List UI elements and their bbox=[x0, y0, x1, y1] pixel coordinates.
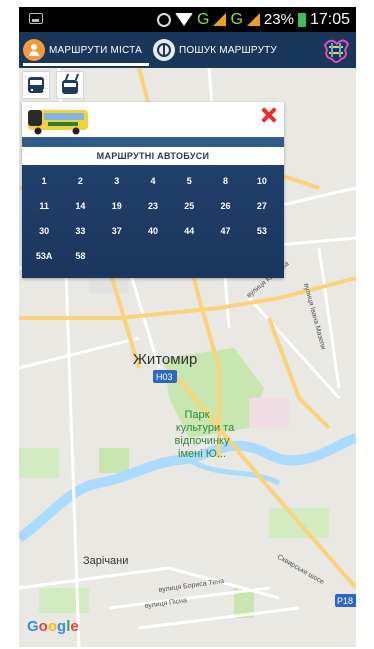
route-button[interactable]: 27 bbox=[244, 193, 280, 218]
route-button[interactable]: 3 bbox=[99, 168, 135, 193]
phone-screen: Житомир Н03 Парк культури та відпочинку … bbox=[19, 7, 356, 647]
green-area bbox=[19, 448, 59, 478]
google-logo: Google bbox=[27, 618, 79, 635]
panel-header bbox=[22, 102, 284, 137]
green-area bbox=[39, 588, 89, 613]
tab-route-search-label: ПОШУК МАРШРУТУ bbox=[179, 44, 277, 56]
built-area bbox=[249, 398, 289, 428]
route-button[interactable]: 37 bbox=[99, 218, 135, 243]
bus-image bbox=[28, 110, 88, 135]
signal-icon bbox=[213, 13, 227, 26]
clock: 17:05 bbox=[309, 10, 350, 28]
trolleybus-icon bbox=[62, 80, 78, 94]
bus-toggle-button[interactable] bbox=[22, 71, 50, 99]
route-button[interactable]: 26 bbox=[207, 193, 243, 218]
app-logo-icon[interactable] bbox=[321, 35, 351, 65]
route-button[interactable]: 30 bbox=[26, 218, 62, 243]
city-label: Житомир bbox=[133, 351, 197, 368]
wifi-icon bbox=[175, 13, 194, 26]
network-type: G bbox=[197, 10, 210, 28]
bus-routes-panel: МАРШРУТНІ АВТОБУСИ 1 2 3 4 5 8 10 11 14 19 23 25 26 2… bbox=[22, 102, 284, 278]
panel-strip bbox=[22, 137, 284, 147]
panel-title: МАРШРУТНІ АВТОБУСИ bbox=[22, 147, 284, 165]
network-type-2: G bbox=[230, 10, 243, 28]
route-button[interactable]: 44 bbox=[171, 218, 207, 243]
bus-icon bbox=[28, 77, 45, 93]
trolleybus-toggle-button[interactable] bbox=[56, 71, 84, 99]
route-button[interactable]: 2 bbox=[62, 168, 98, 193]
route-button[interactable]: 8 bbox=[207, 168, 243, 193]
route-button[interactable]: 40 bbox=[135, 218, 171, 243]
battery-percent: 23% bbox=[263, 11, 294, 28]
route-button[interactable]: 23 bbox=[135, 193, 171, 218]
screenshot-icon bbox=[29, 13, 43, 24]
route-button[interactable]: 53 bbox=[244, 218, 280, 243]
route-button[interactable]: 33 bbox=[62, 218, 98, 243]
battery-icon bbox=[297, 12, 306, 27]
signal-icon-2 bbox=[246, 13, 260, 26]
route-button[interactable]: 11 bbox=[26, 193, 62, 218]
route-button[interactable]: 58 bbox=[62, 243, 98, 268]
app-header: МАРШРУТИ МІСТА ПОШУК МАРШРУТУ bbox=[19, 32, 356, 68]
park-label-2: культури та bbox=[176, 422, 235, 434]
road-shield-h03-label: Н03 bbox=[156, 372, 173, 382]
green-area bbox=[99, 448, 129, 473]
park-label-4: імені Ю... bbox=[178, 448, 226, 460]
route-button[interactable]: 47 bbox=[207, 218, 243, 243]
globe-search-icon bbox=[153, 39, 175, 61]
route-button[interactable]: 5 bbox=[171, 168, 207, 193]
tab-route-search[interactable]: ПОШУК МАРШРУТУ bbox=[153, 32, 303, 68]
park-label-1: Парк bbox=[185, 409, 210, 421]
route-button[interactable]: 1 bbox=[26, 168, 62, 193]
route-button[interactable]: 14 bbox=[62, 193, 98, 218]
route-button[interactable]: 10 bbox=[244, 168, 280, 193]
route-button[interactable]: 19 bbox=[99, 193, 135, 218]
park-label-3: відпочинку bbox=[175, 435, 230, 447]
person-icon bbox=[23, 39, 45, 61]
route-button[interactable]: 53А bbox=[26, 243, 62, 268]
route-button[interactable]: 25 bbox=[171, 193, 207, 218]
route-button[interactable]: 4 bbox=[135, 168, 171, 193]
tab-city-routes-label: МАРШРУТИ МІСТА bbox=[49, 44, 142, 56]
zarichany-label: Зарічани bbox=[83, 555, 128, 567]
close-icon[interactable] bbox=[260, 106, 278, 124]
routes-grid: 1 2 3 4 5 8 10 11 14 19 23 25 26 27 30 33 37 40 44 47 53 53А 5… bbox=[22, 165, 284, 278]
alarm-icon bbox=[157, 12, 172, 27]
status-bar: G G 23% 17:05 bbox=[19, 7, 356, 32]
tab-city-routes[interactable]: МАРШРУТИ МІСТА bbox=[23, 32, 149, 68]
road-shield-p18-label: Р18 bbox=[337, 596, 353, 606]
